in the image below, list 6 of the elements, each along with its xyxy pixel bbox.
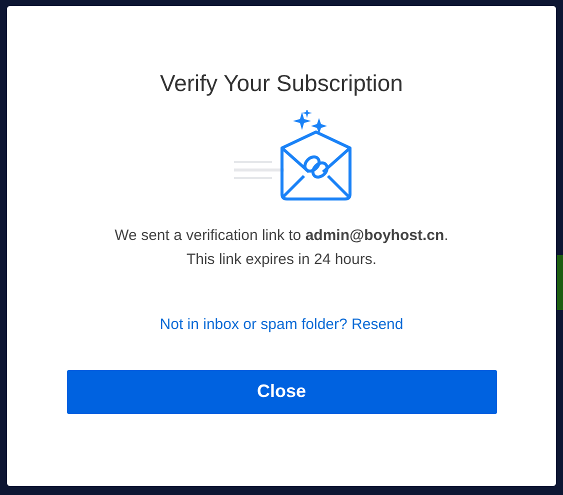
close-button[interactable]: Close [66,370,496,414]
message-text: We sent a verification link to admin@boyhost.cn. [114,226,448,246]
resend-link[interactable]: Not in inbox or spam folder? Resend [160,314,404,336]
side-bar [557,255,563,310]
message-text: This link expires in 24 hours. [186,250,377,270]
dialog-title: Verify Your Subscription [160,69,403,98]
